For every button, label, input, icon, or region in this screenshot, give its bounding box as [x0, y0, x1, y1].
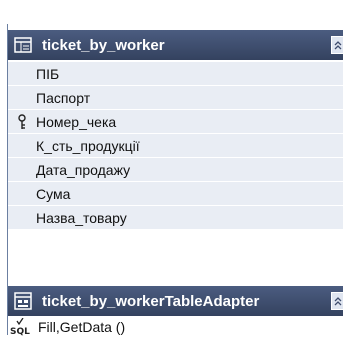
column-row[interactable]: ПІБ: [8, 62, 343, 86]
table-header[interactable]: ticket_by_worker: [8, 30, 343, 60]
column-name: ПІБ: [36, 65, 60, 82]
key-icon: [8, 113, 36, 130]
column-row[interactable]: Сума: [8, 182, 343, 206]
table-adapter-title: ticket_by_workerTableAdapter: [42, 292, 260, 310]
column-name: Назва_товару: [36, 209, 127, 226]
column-name: К_сть_продукції: [36, 137, 140, 154]
column-name: Дата_продажу: [36, 161, 131, 178]
collapse-up-icon[interactable]: [331, 292, 343, 310]
column-row[interactable]: К_сть_продукції: [8, 134, 343, 158]
column-row[interactable]: Дата_продажу: [8, 158, 343, 182]
collapse-up-icon[interactable]: [331, 36, 343, 54]
column-list: ПІБ Паспорт Номер_чека К_сть_продукції Д…: [8, 62, 343, 230]
table-adapter-header[interactable]: ticket_by_workerTableAdapter: [8, 286, 343, 316]
column-row[interactable]: Номер_чека: [8, 110, 343, 134]
table-icon: [14, 36, 32, 54]
query-row[interactable]: SQL Fill,GetData (): [8, 316, 343, 338]
dataset-designer-panel: ticket_by_worker ПІБ Паспорт Номер_чека …: [7, 24, 343, 338]
column-name: Номер_чека: [36, 113, 117, 130]
query-label: Fill,GetData (): [38, 319, 126, 335]
svg-text:SQL: SQL: [10, 327, 30, 336]
column-name: Паспорт: [36, 89, 91, 106]
column-row[interactable]: Паспорт: [8, 86, 343, 110]
column-row[interactable]: Назва_товару: [8, 206, 343, 230]
sql-icon: SQL: [10, 317, 32, 337]
column-name: Сума: [36, 185, 71, 202]
table-adapter-icon: [14, 292, 32, 310]
table-title: ticket_by_worker: [42, 36, 165, 54]
